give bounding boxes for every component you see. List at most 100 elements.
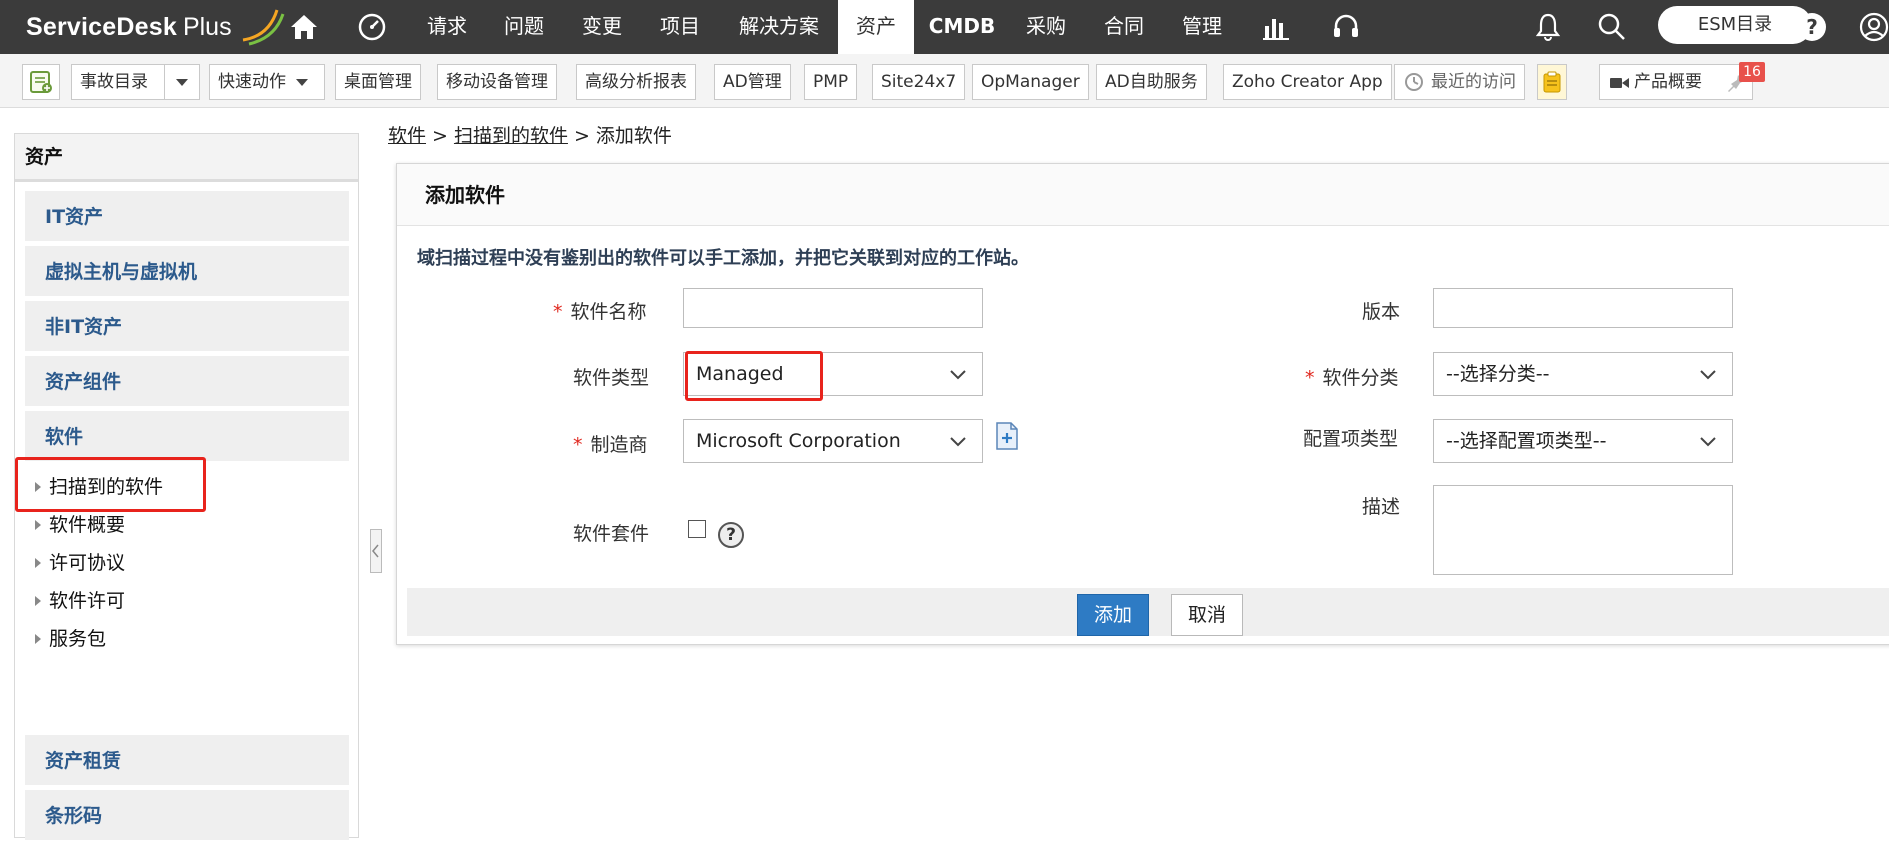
software-category-label-text: 软件分类: [1322, 367, 1399, 389]
opmanager-button[interactable]: OpManager: [972, 64, 1089, 100]
version-label: 版本: [1362, 301, 1401, 323]
sidebar-subitem-service-packs[interactable]: 服务包: [31, 622, 106, 656]
software-category-select[interactable]: --选择分类--: [1433, 352, 1733, 396]
cancel-button[interactable]: 取消: [1171, 594, 1243, 636]
nav-cmdb[interactable]: CMDB: [924, 0, 1000, 54]
quick-actions-button[interactable]: 快速动作: [209, 64, 325, 100]
nav-assets[interactable]: 资产: [838, 0, 914, 54]
ci-type-value: --选择配置项类型--: [1446, 430, 1607, 452]
required-asterisk: *: [573, 434, 583, 456]
product-overview-button[interactable]: 产品概要: [1599, 64, 1753, 100]
nav-changes[interactable]: 变更: [570, 0, 634, 54]
logo-text: ServiceDesk: [26, 12, 177, 41]
desktop-management-button[interactable]: 桌面管理: [335, 64, 421, 100]
quick-actions-label: 快速动作: [218, 72, 286, 92]
add-button[interactable]: 添加: [1077, 594, 1149, 636]
expand-triangle-icon: [35, 596, 41, 606]
incident-catalog-dropdown-icon[interactable]: [164, 64, 200, 100]
advanced-analytics-button[interactable]: 高级分析报表: [576, 64, 696, 100]
version-input[interactable]: [1433, 288, 1733, 328]
sidebar-subitem-scanned-software[interactable]: 扫描到的软件: [31, 470, 163, 504]
zoho-creator-button[interactable]: Zoho Creator App: [1223, 64, 1392, 100]
user-profile-icon[interactable]: [1846, 0, 1889, 54]
ad-self-service-button[interactable]: AD自助服务: [1096, 64, 1207, 100]
sidebar-item-software[interactable]: 软件: [25, 411, 349, 463]
form-button-bar: 添加 取消: [407, 588, 1889, 636]
nav-purchase[interactable]: 采购: [1014, 0, 1078, 54]
form-description: 域扫描过程中没有鉴别出的软件可以手工添加，并把它关联到对应的工作站。: [417, 248, 1029, 269]
search-icon[interactable]: [1584, 0, 1640, 54]
sidebar-item-non-it-assets[interactable]: 非IT资产: [25, 301, 349, 353]
nav-projects[interactable]: 项目: [648, 0, 712, 54]
software-summary-label: 软件概要: [49, 514, 126, 536]
form-title: 添加软件: [397, 164, 1889, 226]
breadcrumb-scanned-software-link[interactable]: 扫描到的软件: [454, 125, 568, 147]
notifications-bell-icon[interactable]: [1520, 0, 1576, 54]
sidebar-item-virtual-hosts[interactable]: 虚拟主机与虚拟机: [25, 246, 349, 298]
software-suite-label: 软件套件: [573, 523, 650, 545]
sidebar-subitem-license-agreements[interactable]: 许可协议: [31, 546, 125, 580]
notification-count-badge: 16: [1739, 62, 1765, 82]
add-software-form: 添加软件 域扫描过程中没有鉴别出的软件可以手工添加，并把它关联到对应的工作站。 …: [396, 163, 1889, 645]
software-name-label: * 软件名称: [553, 297, 647, 324]
sidebar-title: 资产: [15, 134, 358, 182]
software-suite-checkbox[interactable]: [688, 520, 706, 538]
breadcrumb-separator: >: [573, 125, 590, 147]
sidebar-item-it-assets[interactable]: IT资产: [25, 191, 349, 243]
software-licenses-label: 软件许可: [49, 590, 126, 612]
support-headset-icon[interactable]: [1318, 0, 1374, 54]
sidebar-subitem-software-summary[interactable]: 软件概要: [31, 508, 125, 542]
manufacturer-select[interactable]: Microsoft Corporation: [683, 419, 983, 463]
sidebar-item-asset-leasing[interactable]: 资产租赁: [25, 735, 349, 787]
recent-visits-label: 最近的访问: [1431, 72, 1516, 92]
chevron-down-icon: [1700, 437, 1716, 447]
product-logo[interactable]: ServiceDesk Plus: [26, 8, 285, 46]
chevron-down-icon: [950, 370, 966, 380]
expand-triangle-icon: [35, 482, 41, 492]
product-overview-label: 产品概要: [1634, 72, 1702, 92]
description-textarea[interactable]: [1433, 485, 1733, 575]
breadcrumb: 软件 > 扫描到的软件 > 添加软件: [388, 121, 672, 148]
sidebar-item-asset-components[interactable]: 资产组件: [25, 356, 349, 408]
sidebar-item-barcode[interactable]: 条形码: [25, 790, 349, 842]
breadcrumb-current: 添加软件: [595, 125, 672, 147]
ci-type-select[interactable]: --选择配置项类型--: [1433, 419, 1733, 463]
software-name-label-text: 软件名称: [570, 301, 647, 323]
nav-problems[interactable]: 问题: [492, 0, 556, 54]
site24x7-button[interactable]: Site24x7: [872, 64, 966, 100]
help-question-icon[interactable]: ?: [718, 522, 744, 548]
software-type-label: 软件类型: [573, 367, 650, 389]
nav-requests[interactable]: 请求: [415, 0, 479, 54]
quick-toolbar: 事故目录 快速动作 桌面管理 移动设备管理 高级分析报表 AD管理 PMP Si…: [0, 54, 1889, 108]
sidebar-collapse-handle[interactable]: [370, 529, 382, 573]
reports-bar-chart-icon[interactable]: [1248, 0, 1304, 54]
mobile-device-management-button[interactable]: 移动设备管理: [437, 64, 557, 100]
nav-admin[interactable]: 管理: [1170, 0, 1234, 54]
notes-clipboard-icon[interactable]: [1537, 64, 1567, 100]
home-icon[interactable]: [276, 0, 332, 54]
manufacturer-value: Microsoft Corporation: [696, 430, 901, 452]
scanned-software-label: 扫描到的软件: [49, 476, 164, 498]
new-request-icon[interactable]: [22, 64, 60, 100]
software-type-select[interactable]: Managed: [683, 352, 983, 396]
manufacturer-label-text: 制造商: [590, 434, 648, 456]
nav-contracts[interactable]: 合同: [1092, 0, 1156, 54]
software-name-input[interactable]: [683, 288, 983, 328]
assets-sidebar: 资产 IT资产 虚拟主机与虚拟机 非IT资产 资产组件 软件 扫描到的软件 软件…: [14, 133, 359, 842]
breadcrumb-software-link[interactable]: 软件: [388, 125, 426, 147]
pmp-button[interactable]: PMP: [804, 64, 858, 100]
collapse-arrow-icon: [372, 544, 379, 558]
ad-management-button[interactable]: AD管理: [714, 64, 791, 100]
ci-type-label: 配置项类型: [1303, 428, 1399, 450]
dashboard-gauge-icon[interactable]: [344, 0, 400, 54]
help-icon[interactable]: ?: [1784, 0, 1840, 54]
service-packs-label: 服务包: [49, 628, 107, 650]
software-type-value: Managed: [696, 363, 784, 385]
description-label: 描述: [1362, 496, 1401, 518]
software-category-label: * 软件分类: [1305, 363, 1399, 390]
sidebar-subitem-software-licenses[interactable]: 软件许可: [31, 584, 125, 618]
nav-solutions[interactable]: 解决方案: [726, 0, 832, 54]
manufacturer-label: * 制造商: [573, 430, 648, 457]
recent-visits-button[interactable]: 最近的访问: [1394, 64, 1525, 100]
add-manufacturer-icon[interactable]: [994, 421, 1020, 451]
